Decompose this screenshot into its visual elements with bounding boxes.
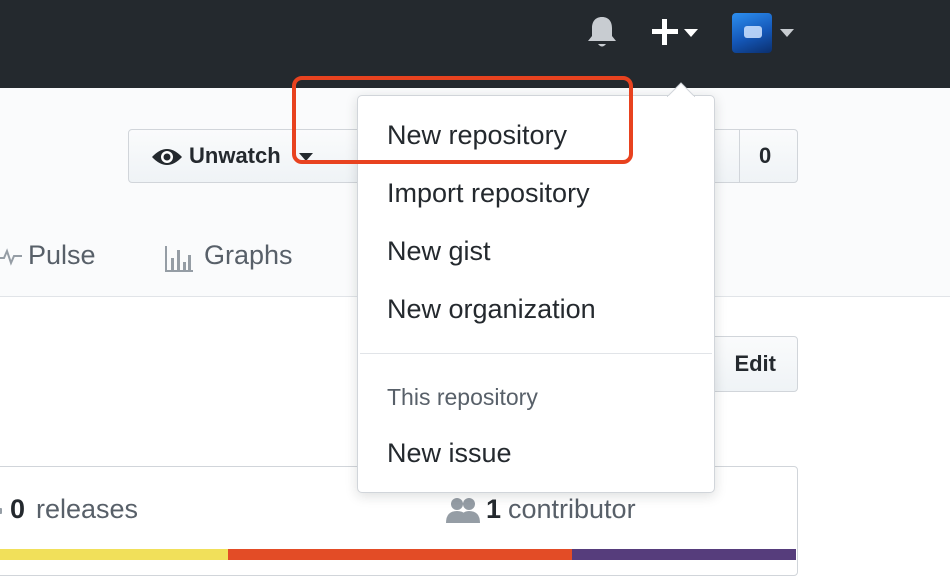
graph-icon — [165, 246, 193, 272]
menu-item-import-repository[interactable]: Import repository — [387, 178, 590, 209]
top-header — [0, 0, 950, 88]
menu-section-header: This repository — [387, 384, 538, 410]
unwatch-label: Unwatch — [189, 143, 281, 168]
language-bar-segment[interactable] — [228, 549, 572, 560]
contributors-label: contributor — [508, 494, 636, 524]
chevron-down-icon[interactable] — [780, 28, 794, 38]
language-bar-segment[interactable] — [0, 549, 228, 560]
avatar[interactable] — [732, 13, 772, 53]
people-icon — [446, 498, 480, 523]
dropdown-caret — [667, 82, 695, 97]
avatar-image — [744, 26, 762, 38]
releases-label: releases — [36, 494, 139, 524]
tab-graphs-label: Graphs — [204, 240, 293, 270]
pulse-icon — [0, 248, 22, 266]
menu-item-new-organization[interactable]: New organization — [387, 294, 596, 325]
counter-value: 0 — [759, 143, 772, 168]
menu-divider — [360, 353, 712, 354]
menu-item-new-issue[interactable]: New issue — [387, 438, 512, 469]
tag-icon — [0, 508, 2, 514]
tab-pulse-label: Pulse — [28, 240, 96, 270]
edit-label: Edit — [734, 351, 776, 376]
bell-icon[interactable] — [585, 14, 619, 50]
contributors-count: 1 — [486, 494, 502, 524]
menu-item-new-gist[interactable]: New gist — [387, 236, 491, 267]
eye-icon — [152, 149, 182, 165]
counter-divider — [739, 130, 740, 182]
language-bar-segment[interactable] — [572, 549, 796, 560]
plus-icon[interactable] — [650, 17, 680, 47]
releases-count: 0 — [10, 494, 26, 524]
chevron-down-icon[interactable] — [684, 28, 698, 38]
highlight-box — [292, 76, 633, 164]
